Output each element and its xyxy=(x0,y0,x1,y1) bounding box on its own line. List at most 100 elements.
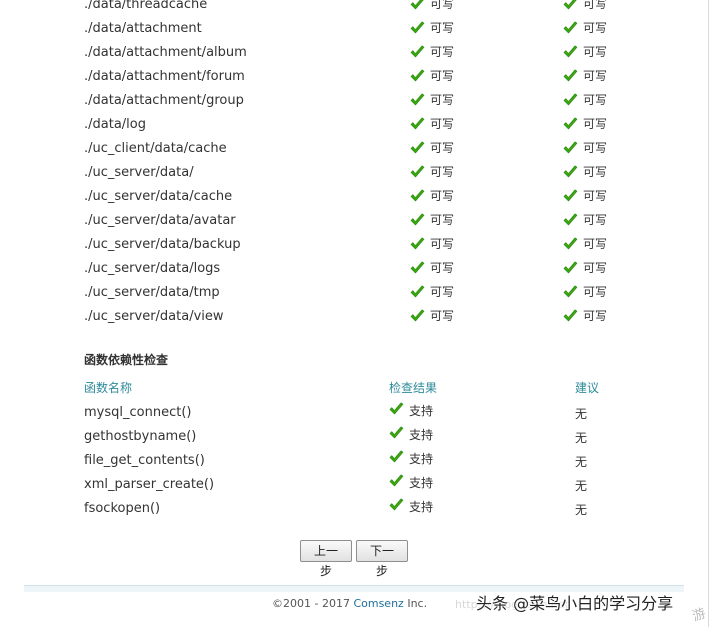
check-icon xyxy=(389,402,404,419)
directory-row: ./uc_server/data/avatar 可写 可写 xyxy=(0,210,700,234)
function-name: xml_parser_create() xyxy=(84,477,215,492)
required-status: 可写 xyxy=(563,283,607,300)
required-status: 可写 xyxy=(563,235,607,252)
directory-path: ./uc_server/data/ xyxy=(84,165,194,180)
required-status-text: 可写 xyxy=(583,285,608,299)
installer-frame: ./data/threadcache 可写 可写 ./data/attachment 可… xyxy=(0,0,709,627)
check-icon xyxy=(410,117,425,131)
function-name-header: 函数名称 xyxy=(84,381,133,395)
directory-row: ./uc_server/data/可写 可写 xyxy=(0,162,700,186)
directory-row: ./uc_server/data/tmp 可写 可写 xyxy=(0,282,700,306)
function-result-text: 支持 xyxy=(409,500,434,514)
check-icon xyxy=(563,69,578,83)
corner-watermark: 游 xyxy=(690,606,708,625)
current-status: 可写 xyxy=(410,19,454,36)
check-icon xyxy=(410,21,425,35)
check-icon xyxy=(410,141,425,155)
required-status: 可写 xyxy=(563,43,607,60)
check-icon xyxy=(389,474,404,491)
directory-row: ./uc_server/data/logs 可写 可写 xyxy=(0,258,700,282)
function-result: 支持 xyxy=(389,498,433,515)
function-row: file_get_contents() 支持 无 xyxy=(0,449,700,473)
function-name: mysql_connect() xyxy=(84,405,192,420)
current-status-text: 可写 xyxy=(430,165,455,179)
check-icon xyxy=(410,261,425,275)
current-status: 可写 xyxy=(410,139,454,156)
current-status-text: 可写 xyxy=(430,93,455,107)
copyright-years: ©2001 - 2017 xyxy=(272,597,350,610)
directory-path: ./data/threadcache xyxy=(84,0,208,12)
check-icon xyxy=(410,93,425,107)
current-status-text: 可写 xyxy=(430,285,455,299)
check-icon xyxy=(389,450,404,467)
directory-path: ./uc_client/data/cache xyxy=(84,141,227,156)
check-icon xyxy=(410,0,425,11)
directory-path: ./data/attachment/album xyxy=(84,45,247,60)
required-status-text: 可写 xyxy=(583,141,608,155)
next-step-button[interactable]: 下一步 xyxy=(356,540,408,578)
directory-row: ./data/attachment/forum 可写 可写 xyxy=(0,66,700,90)
required-status-text: 可写 xyxy=(583,93,608,107)
function-suggestion: 无 xyxy=(575,407,588,421)
current-status: 可写 xyxy=(410,259,454,276)
current-status: 可写 xyxy=(410,0,454,12)
current-status-text: 可写 xyxy=(430,117,455,131)
function-result-text: 支持 xyxy=(409,404,434,418)
required-status: 可写 xyxy=(563,139,607,156)
function-suggestion: 无 xyxy=(575,431,588,445)
current-status-text: 可写 xyxy=(430,69,455,83)
suggestion-header: 建议 xyxy=(575,381,600,395)
required-status-text: 可写 xyxy=(583,261,608,275)
function-suggestion: 无 xyxy=(575,479,588,493)
check-icon xyxy=(410,237,425,251)
required-status-text: 可写 xyxy=(583,237,608,251)
brand-link[interactable]: Comsenz xyxy=(353,597,403,610)
required-status-text: 可写 xyxy=(583,21,608,35)
current-status: 可写 xyxy=(410,115,454,132)
function-row: fsockopen() 支持 无 xyxy=(0,497,700,521)
current-status: 可写 xyxy=(410,67,454,84)
directory-row: ./uc_server/data/backup 可写 可写 xyxy=(0,234,700,258)
function-name: file_get_contents() xyxy=(84,453,205,468)
check-icon xyxy=(410,213,425,227)
check-icon xyxy=(410,309,425,323)
check-icon xyxy=(563,21,578,35)
function-row: gethostbyname() 支持 无 xyxy=(0,425,700,449)
current-status: 可写 xyxy=(410,211,454,228)
check-icon xyxy=(563,45,578,59)
required-status: 可写 xyxy=(563,163,607,180)
directory-row: ./uc_server/data/cache 可写 可写 xyxy=(0,186,700,210)
function-row: mysql_connect() 支持 无 xyxy=(0,401,700,425)
check-icon xyxy=(563,309,578,323)
directory-row: ./data/log 可写 可写 xyxy=(0,114,700,138)
current-status-text: 可写 xyxy=(430,45,455,59)
check-icon xyxy=(563,213,578,227)
footer-copyright: ©2001 - 2017 Comsenz Inc. xyxy=(272,597,427,610)
function-result: 支持 xyxy=(389,402,433,419)
required-status: 可写 xyxy=(563,67,607,84)
check-icon xyxy=(563,285,578,299)
check-icon xyxy=(563,93,578,107)
current-status: 可写 xyxy=(410,307,454,324)
check-icon xyxy=(410,189,425,203)
directory-path: ./uc_server/data/logs xyxy=(84,261,221,276)
required-status-text: 可写 xyxy=(583,45,608,59)
directory-row: ./data/threadcache 可写 可写 xyxy=(0,0,700,18)
function-result-text: 支持 xyxy=(409,476,434,490)
directory-path: ./uc_server/data/view xyxy=(84,309,224,324)
required-status-text: 可写 xyxy=(583,309,608,323)
current-status-text: 可写 xyxy=(430,309,455,323)
required-status-text: 可写 xyxy=(583,117,608,131)
prev-step-button[interactable]: 上一步 xyxy=(300,540,352,578)
function-result: 支持 xyxy=(389,474,433,491)
current-status-text: 可写 xyxy=(430,237,455,251)
check-icon xyxy=(563,189,578,203)
current-status-text: 可写 xyxy=(430,261,455,275)
required-status-text: 可写 xyxy=(583,189,608,203)
directory-path: ./uc_server/data/tmp xyxy=(84,285,220,300)
current-status-text: 可写 xyxy=(430,213,455,227)
directory-path: ./data/attachment/forum xyxy=(84,69,245,84)
directory-row: ./uc_client/data/cache 可写 可写 xyxy=(0,138,700,162)
required-status: 可写 xyxy=(563,115,607,132)
check-icon xyxy=(410,69,425,83)
